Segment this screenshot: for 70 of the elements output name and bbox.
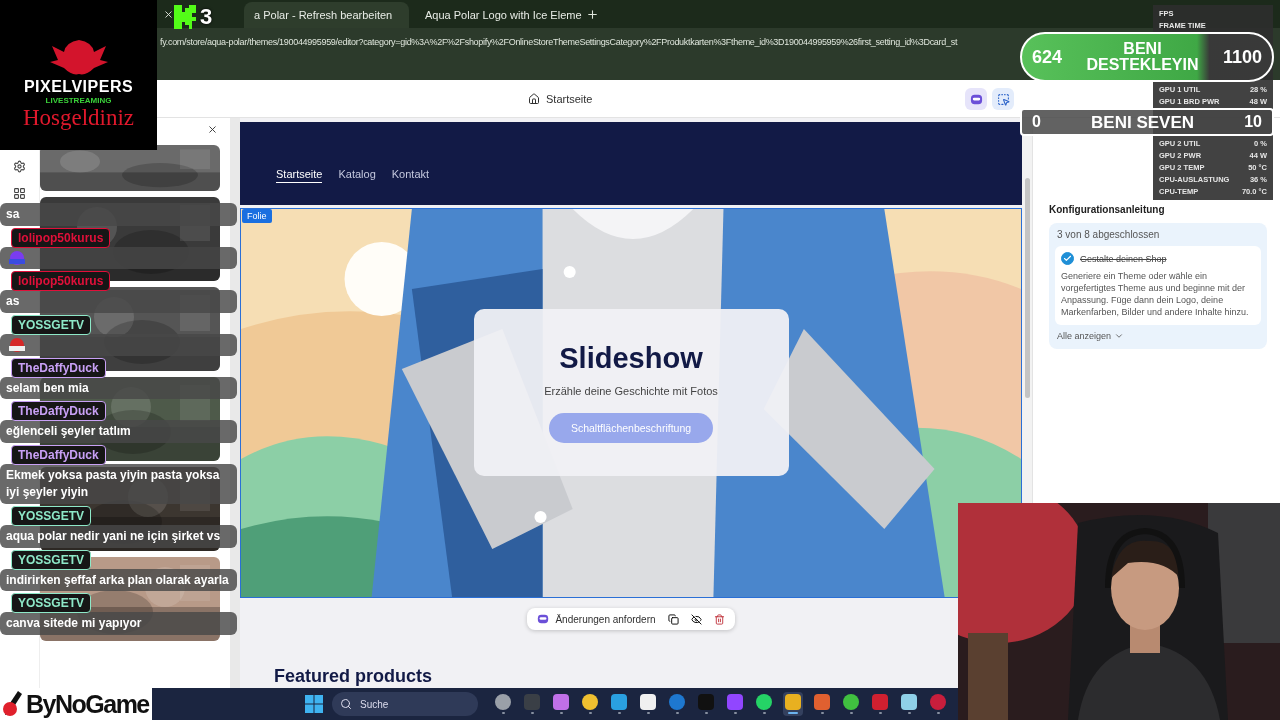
start-icon[interactable] xyxy=(305,695,323,713)
step-label: Gestalte deinen Shop xyxy=(1080,253,1167,264)
nav-link[interactable]: Kontakt xyxy=(391,168,430,183)
goal-label: BENI SEVEN xyxy=(1090,113,1196,131)
username-tag: YOSSGETV xyxy=(11,593,92,614)
k-logo-icon xyxy=(174,5,196,29)
pen-icon xyxy=(2,691,24,717)
goal-target: 1100 xyxy=(1222,46,1262,68)
goal-count: 0 xyxy=(1032,113,1041,131)
app-icon[interactable] xyxy=(580,692,600,716)
app-icon[interactable] xyxy=(493,692,513,716)
chat-message: canva sitede mi yapıyor xyxy=(0,612,237,636)
emote-icon xyxy=(6,249,28,266)
browser-tab[interactable]: Aqua Polar Logo with Ice Eleme xyxy=(415,2,580,28)
sidekick-icon[interactable] xyxy=(965,88,987,110)
request-changes-button[interactable]: Änderungen anfordern xyxy=(537,613,656,625)
viewer-count: 3 xyxy=(200,4,213,30)
nav-link[interactable]: Startseite xyxy=(276,168,323,183)
goal-label: BENI DESTEKLEYIN xyxy=(1085,41,1200,73)
username-tag: YOSSGETV xyxy=(11,549,92,570)
duplicate-icon[interactable] xyxy=(667,613,679,625)
step-description: Generiere ein Theme oder wähle ein vorgefertigtes Theme aus und beginne mit der Anpassung. Füge dann dein Logo, deine Markenfarben, Bilder und andere Inhalte hinzu. xyxy=(1061,270,1250,319)
chat-message: eğlenceli şeyler tatlım xyxy=(0,420,237,444)
chat-message: sa xyxy=(0,203,237,226)
chat-message: selam ben mia xyxy=(0,376,237,400)
hide-icon[interactable] xyxy=(690,613,702,625)
chat-message: indirirken şeffaf arka plan olarak ayarla xyxy=(0,568,237,592)
app-icon[interactable] xyxy=(899,692,919,716)
greeting-text: Hosgeldiniz xyxy=(22,105,135,131)
app-icon[interactable] xyxy=(841,692,861,716)
delete-icon[interactable] xyxy=(713,613,725,625)
username-tag: YOSSGETV xyxy=(11,314,92,335)
close-icon[interactable] xyxy=(207,124,218,135)
stream-subtitle: LIVESTREAMING xyxy=(45,96,112,105)
goal-count: 624 xyxy=(1032,46,1063,68)
username-tag: TheDaffyDuck xyxy=(11,357,106,378)
username-tag: TheDaffyDuck xyxy=(11,401,106,422)
search-field[interactable]: Suche xyxy=(332,692,478,716)
app-icon[interactable] xyxy=(754,692,774,716)
section-title: Featured products xyxy=(274,666,433,687)
browser-tab[interactable]: a Polar - Refresh bearbeiten xyxy=(244,2,409,28)
username-tag: lolipop50kurus xyxy=(11,227,111,248)
close-icon[interactable] xyxy=(163,8,174,20)
username-tag: TheDaffyDuck xyxy=(11,445,106,466)
settings-icon[interactable] xyxy=(13,160,26,173)
search-icon xyxy=(340,698,352,710)
new-tab-icon[interactable] xyxy=(586,7,599,21)
chat-message: as xyxy=(0,289,237,313)
show-all-link[interactable]: Alle anzeigen xyxy=(1055,330,1261,341)
username-tag: lolipop50kurus xyxy=(11,270,111,291)
app-icon[interactable] xyxy=(783,692,803,716)
goal-target: 10 xyxy=(1244,113,1262,131)
nav-link[interactable]: Katalog xyxy=(338,168,376,183)
apps-icon[interactable] xyxy=(13,187,26,200)
url-text[interactable]: fy.com/store/aqua-polar/themes/190044995959/editor?category=gid%3A%2F%2Fshopify%2FOnlineStoreThemeSettingsCategory%2FProduktkarten%3Ftheme_id%3D190044995959%26first_setting_id%3Dcard_st xyxy=(160,37,958,47)
check-icon[interactable] xyxy=(1061,252,1074,265)
select-icon[interactable] xyxy=(992,88,1014,110)
home-icon xyxy=(528,92,540,105)
page-selector[interactable]: Startseite xyxy=(528,92,593,105)
username-tag: YOSSGETV xyxy=(11,505,92,526)
scrollbar-thumb[interactable] xyxy=(1024,178,1030,398)
guide-title: Konfigurationsanleitung xyxy=(1049,204,1166,215)
stream-title: PIXELVIPERS xyxy=(23,78,134,96)
progress-text: 3 von 8 abgeschlossen xyxy=(1056,229,1161,240)
emote-icon xyxy=(6,336,28,353)
sponsor-name: ByNoGame xyxy=(26,689,149,719)
app-icon[interactable] xyxy=(638,692,658,716)
sidekick-icon xyxy=(537,613,550,625)
chat-message: aqua polar nedir yani ne için şirket vs xyxy=(0,524,237,548)
chat-message: Ekmek yoksa pasta yiyin pasta yoksa iyi şeyler yiyin xyxy=(0,464,237,504)
